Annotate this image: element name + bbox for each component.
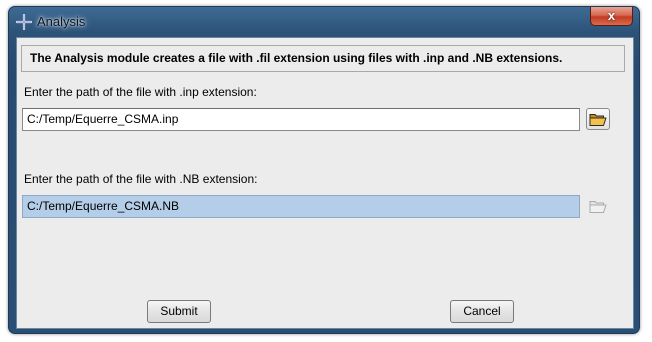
cross-move-icon xyxy=(16,14,32,30)
description-text: The Analysis module creates a file with … xyxy=(21,45,625,72)
browse-inp-button[interactable] xyxy=(586,108,610,130)
close-button[interactable]: x xyxy=(590,7,633,26)
submit-button[interactable]: Submit xyxy=(147,300,211,323)
nb-path-label: Enter the path of the file with .NB exte… xyxy=(24,172,258,186)
nb-path-input[interactable]: C:/Temp/Equerre_CSMA.NB xyxy=(22,195,580,218)
open-folder-icon xyxy=(589,113,607,126)
open-folder-icon xyxy=(589,200,607,213)
window-title: Analysis xyxy=(37,14,86,29)
dialog-body: The Analysis module creates a file with … xyxy=(16,37,634,329)
inp-path-label: Enter the path of the file with .inp ext… xyxy=(24,85,257,99)
cancel-button[interactable]: Cancel xyxy=(450,300,514,323)
title-bar[interactable]: Analysis x xyxy=(9,7,639,37)
inp-path-input[interactable]: C:/Temp/Equerre_CSMA.inp xyxy=(22,108,580,131)
analysis-dialog: Analysis x The Analysis module creates a… xyxy=(8,6,640,334)
browse-nb-button[interactable] xyxy=(586,195,610,217)
